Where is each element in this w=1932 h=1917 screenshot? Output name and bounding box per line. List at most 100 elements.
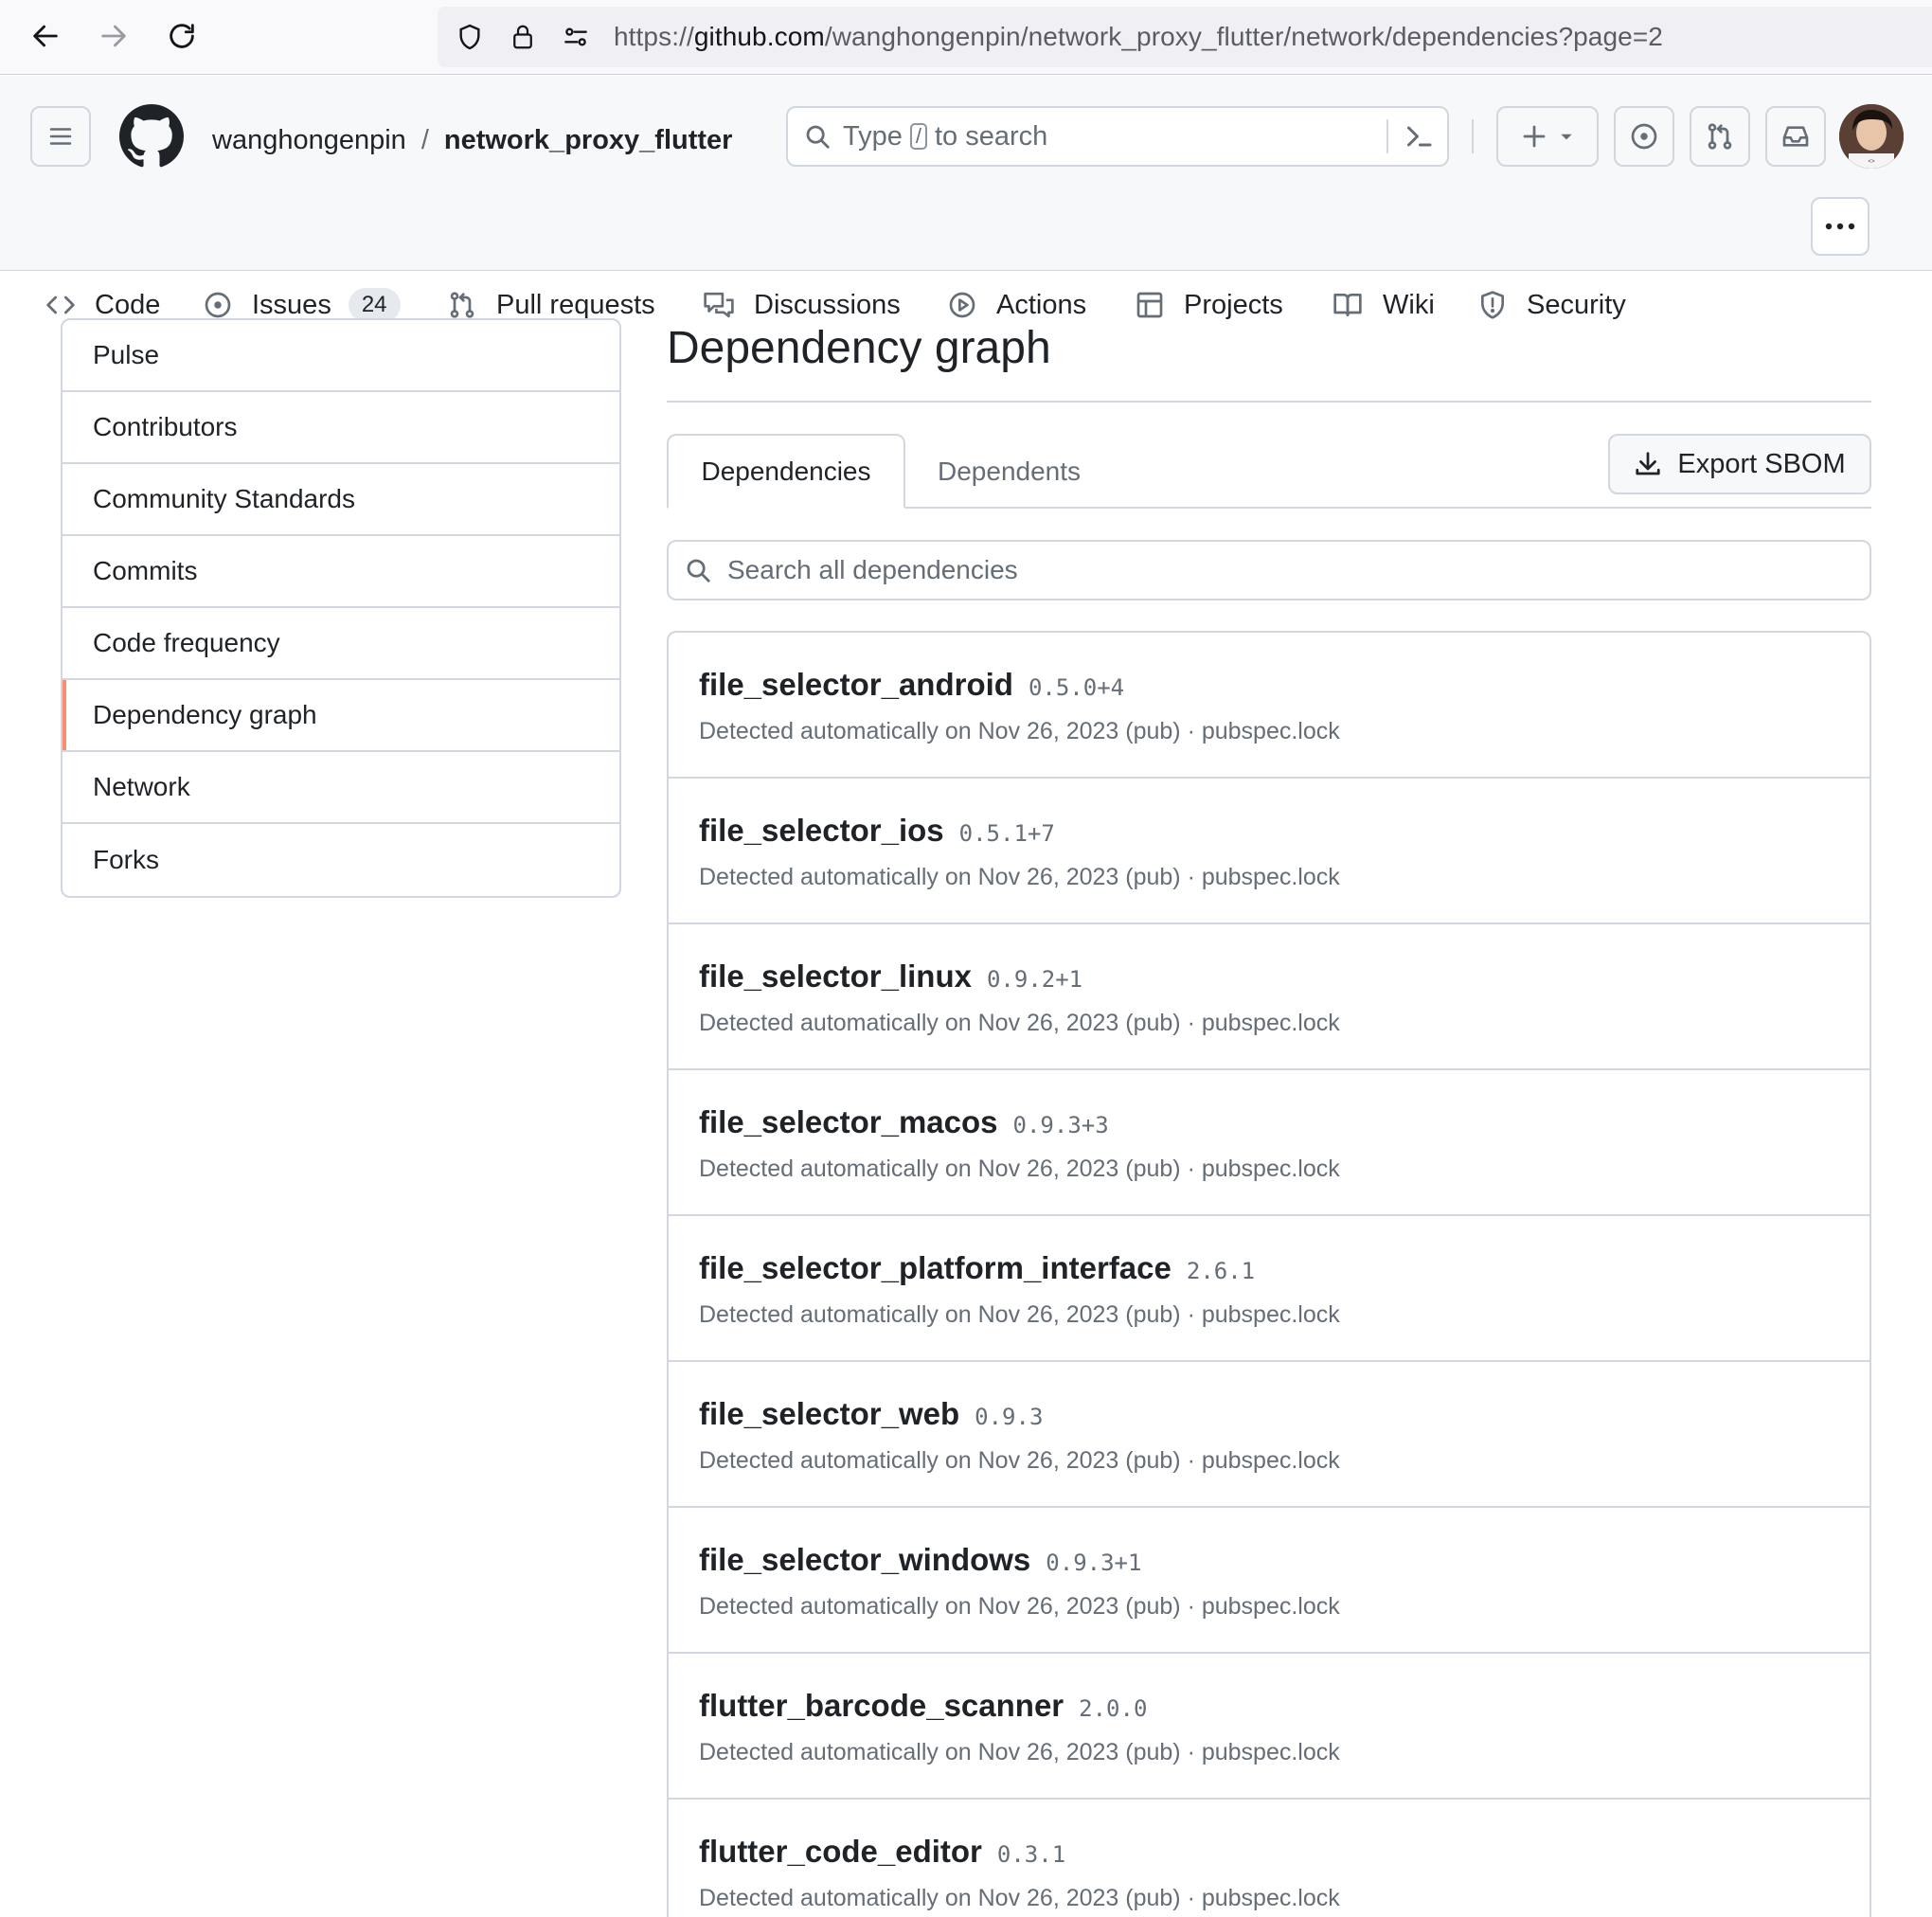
dependency-version: 0.9.3+3 (1012, 1112, 1109, 1138)
table-icon (1135, 290, 1165, 320)
inbox-button[interactable] (1765, 106, 1826, 167)
header-divider (1472, 119, 1474, 153)
dependency-meta: Detected automatically on Nov 26, 2023 (… (699, 1447, 1340, 1474)
breadcrumb-separator: / (420, 124, 429, 155)
triangle-down-icon (1561, 134, 1572, 140)
insights-sidebar: Pulse Contributors Community Standards C… (61, 318, 621, 898)
git-pull-request-icon (1708, 123, 1732, 150)
title-divider (667, 401, 1871, 403)
page-permissions-icon[interactable] (555, 16, 597, 58)
dependency-list: file_selector_android 0.5.0+4 Detected au… (667, 631, 1871, 1917)
dependency-meta: Detected automatically on Nov 26, 2023 (… (699, 1739, 1340, 1765)
avatar[interactable]: <> (1839, 104, 1904, 169)
dependency-meta: Detected automatically on Nov 26, 2023 (… (699, 1301, 1340, 1328)
tab-security[interactable]: Security (1477, 271, 1626, 339)
dependency-version: 0.9.3 (975, 1404, 1044, 1430)
inbox-icon (1782, 126, 1809, 147)
dependency-meta: Detected automatically on Nov 26, 2023 (… (699, 718, 1340, 744)
dependency-version: 2.6.1 (1186, 1258, 1256, 1284)
sidebar-item-dependency-graph[interactable]: Dependency graph (63, 680, 619, 752)
dependency-name-link[interactable]: file_selector_ios (699, 813, 944, 849)
dependency-name-link[interactable]: file_selector_platform_interface (699, 1250, 1172, 1286)
search-divider (1386, 119, 1388, 153)
list-item: file_selector_ios 0.5.1+7 Detected automa… (669, 779, 1869, 924)
global-search-input[interactable]: Type / to search (786, 106, 1449, 167)
dependency-version: 0.3.1 (996, 1841, 1066, 1868)
issues-button[interactable] (1614, 106, 1674, 167)
dependency-meta: Detected automatically on Nov 26, 2023 (… (699, 864, 1340, 890)
more-tabs-button[interactable] (1811, 197, 1869, 256)
shield-icon (1477, 290, 1508, 320)
command-palette-icon[interactable] (1402, 119, 1436, 153)
download-icon (1636, 452, 1660, 475)
sidebar-item-network[interactable]: Network (63, 752, 619, 824)
search-placeholder: Type / to search (843, 120, 1048, 152)
arrow-left-icon (33, 25, 58, 47)
repo-name-link[interactable]: network_proxy_flutter (444, 125, 733, 156)
plus-icon (1523, 125, 1546, 148)
tab-wiki[interactable]: Wiki (1332, 271, 1435, 339)
dependency-version: 0.5.0+4 (1028, 674, 1125, 701)
kebab-horizontal-icon (1825, 223, 1855, 230)
issue-opened-icon (1631, 123, 1657, 150)
list-item: file_selector_linux 0.9.2+1 Detected auto… (669, 924, 1869, 1070)
tracking-shield-icon[interactable] (449, 16, 491, 58)
issue-opened-icon (203, 290, 233, 320)
play-icon (947, 290, 977, 320)
list-item: file_selector_macos 0.9.3+3 Detected auto… (669, 1070, 1869, 1216)
reload-button[interactable] (159, 13, 205, 59)
dependency-meta: Detected automatically on Nov 26, 2023 (… (699, 1593, 1340, 1620)
sidebar-item-pulse[interactable]: Pulse (63, 320, 619, 392)
dependency-name-link[interactable]: file_selector_macos (699, 1104, 998, 1140)
dependency-meta: Detected automatically on Nov 26, 2023 (… (699, 1156, 1340, 1182)
dependency-version: 0.5.1+7 (958, 820, 1055, 847)
dependency-version: 0.9.2+1 (986, 966, 1083, 993)
repo-owner-link[interactable]: wanghongenpin (212, 125, 406, 156)
dependency-version: 0.9.3+1 (1046, 1550, 1142, 1576)
export-sbom-button[interactable]: Export SBOM (1608, 434, 1871, 494)
browser-toolbar: https://github.com/wanghongenpin/network… (0, 0, 1932, 75)
menu-button[interactable] (30, 106, 91, 167)
url-text: https://github.com/wanghongenpin/network… (614, 22, 1663, 51)
tab-dependencies[interactable]: Dependencies (667, 434, 905, 509)
dependency-name-link[interactable]: flutter_code_editor (699, 1834, 982, 1870)
sidebar-item-community-standards[interactable]: Community Standards (63, 464, 619, 536)
list-item: file_selector_platform_interface 2.6.1 De… (669, 1216, 1869, 1362)
search-icon (806, 125, 830, 149)
sidebar-item-forks[interactable]: Forks (63, 824, 619, 896)
tab-projects[interactable]: Projects (1135, 271, 1283, 339)
tab-dependents[interactable]: Dependents (938, 434, 1081, 509)
lock-icon[interactable] (502, 16, 544, 58)
address-bar[interactable]: https://github.com/wanghongenpin/network… (438, 7, 1932, 67)
list-item: file_selector_windows 0.9.3+1 Detected au… (669, 1508, 1869, 1654)
reload-icon (170, 24, 194, 48)
sidebar-item-contributors[interactable]: Contributors (63, 392, 619, 464)
issues-count-badge: 24 (348, 288, 401, 322)
dependency-search-input[interactable] (727, 555, 1816, 585)
pull-requests-button[interactable] (1690, 106, 1750, 167)
create-new-button[interactable] (1496, 106, 1599, 167)
dependency-search (667, 540, 1871, 600)
dependency-version: 2.0.0 (1079, 1695, 1148, 1722)
export-sbom-label: Export SBOM (1677, 448, 1846, 479)
dependency-name-link[interactable]: file_selector_linux (699, 958, 972, 994)
list-item: file_selector_android 0.5.0+4 Detected au… (669, 633, 1869, 779)
github-header: wanghongenpin / network_proxy_flutter Ty… (0, 76, 1932, 322)
breadcrumb: wanghongenpin / network_proxy_flutter (212, 117, 732, 163)
hamburger-icon (49, 128, 72, 145)
dependency-name-link[interactable]: flutter_barcode_scanner (699, 1688, 1064, 1724)
sidebar-item-commits[interactable]: Commits (63, 536, 619, 608)
page-title: Dependency graph (667, 323, 1051, 373)
dependency-name-link[interactable]: file_selector_android (699, 667, 1013, 703)
dependency-name-link[interactable]: file_selector_windows (699, 1542, 1030, 1578)
list-item: flutter_code_editor 0.3.1 Detected automa… (669, 1800, 1869, 1917)
dependency-meta: Detected automatically on Nov 26, 2023 (… (699, 1010, 1340, 1036)
sidebar-item-code-frequency[interactable]: Code frequency (63, 608, 619, 680)
book-icon (1332, 290, 1364, 320)
forward-button[interactable] (91, 13, 136, 59)
arrow-right-icon (101, 25, 126, 47)
dependency-name-link[interactable]: file_selector_web (699, 1396, 959, 1432)
github-logo-icon[interactable] (119, 104, 184, 169)
back-button[interactable] (23, 13, 68, 59)
search-icon (687, 559, 710, 582)
